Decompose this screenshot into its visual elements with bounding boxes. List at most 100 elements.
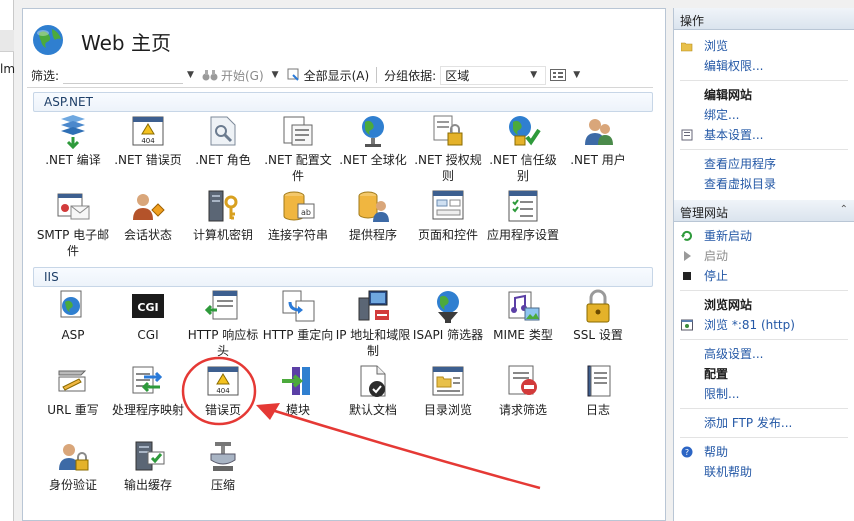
feature-providers[interactable]: 提供程序 <box>335 188 411 243</box>
app-settings-icon <box>505 188 541 224</box>
providers-icon <box>355 188 391 224</box>
action-basic-settings[interactable]: 基本设置... <box>674 125 854 145</box>
feature-net-trust[interactable]: .NET 信任级别 <box>485 113 561 184</box>
feature-connection-strings[interactable]: ab 连接字符串 <box>260 188 336 243</box>
view-mode-dropdown-arrow-icon: ▼ <box>573 70 581 80</box>
svg-text:404: 404 <box>141 137 155 145</box>
view-mode-button[interactable]: ▼ <box>546 69 588 81</box>
feature-machine-key[interactable]: 计算机密钥 <box>185 188 261 243</box>
feature-mime-types[interactable]: MIME 类型 <box>485 288 561 343</box>
directory-browsing-icon <box>430 363 466 399</box>
action-edit-permissions-label: 编辑权限... <box>704 59 764 73</box>
feature-output-caching[interactable]: 输出缓存 <box>110 438 186 493</box>
action-advanced-settings[interactable]: 高级设置... <box>674 344 854 364</box>
feature-label: 日志 <box>585 403 610 417</box>
action-basic-settings-label: 基本设置... <box>704 128 764 142</box>
feature-session-state[interactable]: 会话状态 <box>110 188 186 243</box>
action-view-virtual-directories[interactable]: 查看虚拟目录 <box>674 174 854 194</box>
error-pages-icon: 404 <box>205 363 241 399</box>
feature-net-roles[interactable]: .NET 角色 <box>185 113 261 168</box>
feature-handler-mappings[interactable]: 处理程序映射 <box>110 363 186 418</box>
feature-label: 计算机密钥 <box>192 228 253 242</box>
feature-request-filtering[interactable]: 请求筛选 <box>485 363 561 418</box>
filter-dropdown-arrow-icon[interactable]: ▼ <box>187 70 194 80</box>
settings-page-icon <box>681 129 693 141</box>
folder-icon <box>681 42 693 52</box>
ssl-settings-icon <box>580 288 616 324</box>
feature-pages-controls[interactable]: 页面和控件 <box>410 188 486 243</box>
feature-net-error-page[interactable]: 404 .NET 错误页 <box>110 113 186 168</box>
start-icon <box>684 251 691 261</box>
action-stop[interactable]: 停止 <box>674 266 854 286</box>
modules-icon <box>280 363 316 399</box>
left-tree-toolbar <box>0 30 14 52</box>
action-online-help[interactable]: 联机帮助 <box>674 462 854 482</box>
feature-url-rewrite[interactable]: URL 重写 <box>35 363 111 418</box>
feature-logging[interactable]: 日志 <box>560 363 636 418</box>
feature-http-redirect[interactable]: HTTP 重定向 <box>260 288 336 343</box>
manage-site-header[interactable]: 管理网站 ⌃ <box>674 200 854 222</box>
collapse-icon[interactable]: ⌃ <box>840 204 848 217</box>
net-compile-icon <box>55 113 91 150</box>
action-bindings[interactable]: 绑定... <box>674 105 854 125</box>
action-browse-port[interactable]: 浏览 *:81 (http) <box>674 315 854 335</box>
feature-label: 目录浏览 <box>423 403 472 417</box>
feature-modules[interactable]: 模块 <box>260 363 336 418</box>
feature-label: ASP <box>61 328 85 342</box>
section-header-aspnet[interactable]: ASP.NET <box>33 92 653 112</box>
action-help-label: 帮助 <box>704 445 729 459</box>
actions-divider <box>680 290 848 291</box>
feature-net-compile[interactable]: .NET 编译 <box>35 113 111 168</box>
net-roles-icon <box>205 113 241 149</box>
feature-smtp-email[interactable]: SMTP 电子邮件 <box>35 188 111 259</box>
feature-cgi[interactable]: CGI CGI <box>110 288 186 343</box>
feature-net-users[interactable]: .NET 用户 <box>560 113 636 168</box>
feature-default-document[interactable]: 默认文档 <box>335 363 411 418</box>
group-by-select[interactable]: 区域 ▼ <box>440 65 547 85</box>
left-tree-pane-edge: lm <box>0 0 15 521</box>
feature-compression[interactable]: 压缩 <box>185 438 261 493</box>
action-start[interactable]: 启动 <box>674 246 854 266</box>
feature-net-profile[interactable]: .NET 配置文件 <box>260 113 336 184</box>
feature-net-globalization[interactable]: .NET 全球化 <box>335 113 411 168</box>
filter-label: 筛选: <box>31 68 60 83</box>
connection-strings-icon: ab <box>280 188 316 224</box>
feature-label: .NET 角色 <box>195 153 251 167</box>
feature-label: 错误页 <box>204 403 241 417</box>
feature-label: .NET 错误页 <box>114 153 182 167</box>
action-view-applications[interactable]: 查看应用程序 <box>674 154 854 174</box>
feature-label: MIME 类型 <box>493 328 553 342</box>
feature-http-headers[interactable]: HTTP 响应标头 <box>185 288 261 359</box>
feature-asp[interactable]: ASP <box>35 288 111 343</box>
asp-icon <box>55 288 91 324</box>
action-edit-permissions[interactable]: 编辑权限... <box>674 56 854 76</box>
action-add-ftp[interactable]: 添加 FTP 发布... <box>674 413 854 433</box>
net-trust-icon <box>505 113 541 149</box>
action-explore[interactable]: 浏览 <box>674 36 854 56</box>
feature-isapi-filters[interactable]: ISAPI 筛选器 <box>410 288 486 343</box>
feature-net-authorization[interactable]: .NET 授权规则 <box>410 113 486 184</box>
feature-app-settings[interactable]: 应用程序设置 <box>485 188 561 243</box>
section-header-iis[interactable]: IIS <box>33 267 653 287</box>
handler-mappings-icon <box>130 363 166 399</box>
feature-label: .NET 信任级别 <box>489 153 557 183</box>
feature-ip-restrictions[interactable]: IP 地址和域限制 <box>335 288 411 359</box>
feature-label: 默认文档 <box>348 403 397 417</box>
filter-toolbar: 筛选: ▼ 开始(G) ▼ 全部显示(A) 分组依据: 区域 ▼ ▼ <box>27 63 653 88</box>
feature-authentication[interactable]: 身份验证 <box>35 438 111 493</box>
feature-label: SSL 设置 <box>573 328 623 342</box>
feature-ssl-settings[interactable]: SSL 设置 <box>560 288 636 343</box>
actions-divider <box>680 339 848 340</box>
show-all-button[interactable]: 全部显示(A) <box>283 67 374 84</box>
start-filter-button[interactable]: 开始(G) <box>198 67 268 84</box>
action-restart[interactable]: 重新启动 <box>674 226 854 246</box>
start-dropdown-arrow-icon[interactable]: ▼ <box>272 70 279 80</box>
action-help[interactable]: ? 帮助 <box>674 442 854 462</box>
action-stop-label: 停止 <box>704 269 729 283</box>
feature-directory-browsing[interactable]: 目录浏览 <box>410 363 486 418</box>
action-limits[interactable]: 限制... <box>674 384 854 404</box>
feature-error-pages[interactable]: 404 错误页 <box>185 363 261 418</box>
group-by-dropdown-arrow-icon: ▼ <box>530 70 538 80</box>
filter-input[interactable] <box>63 66 184 84</box>
toolbar-separator <box>376 67 378 83</box>
